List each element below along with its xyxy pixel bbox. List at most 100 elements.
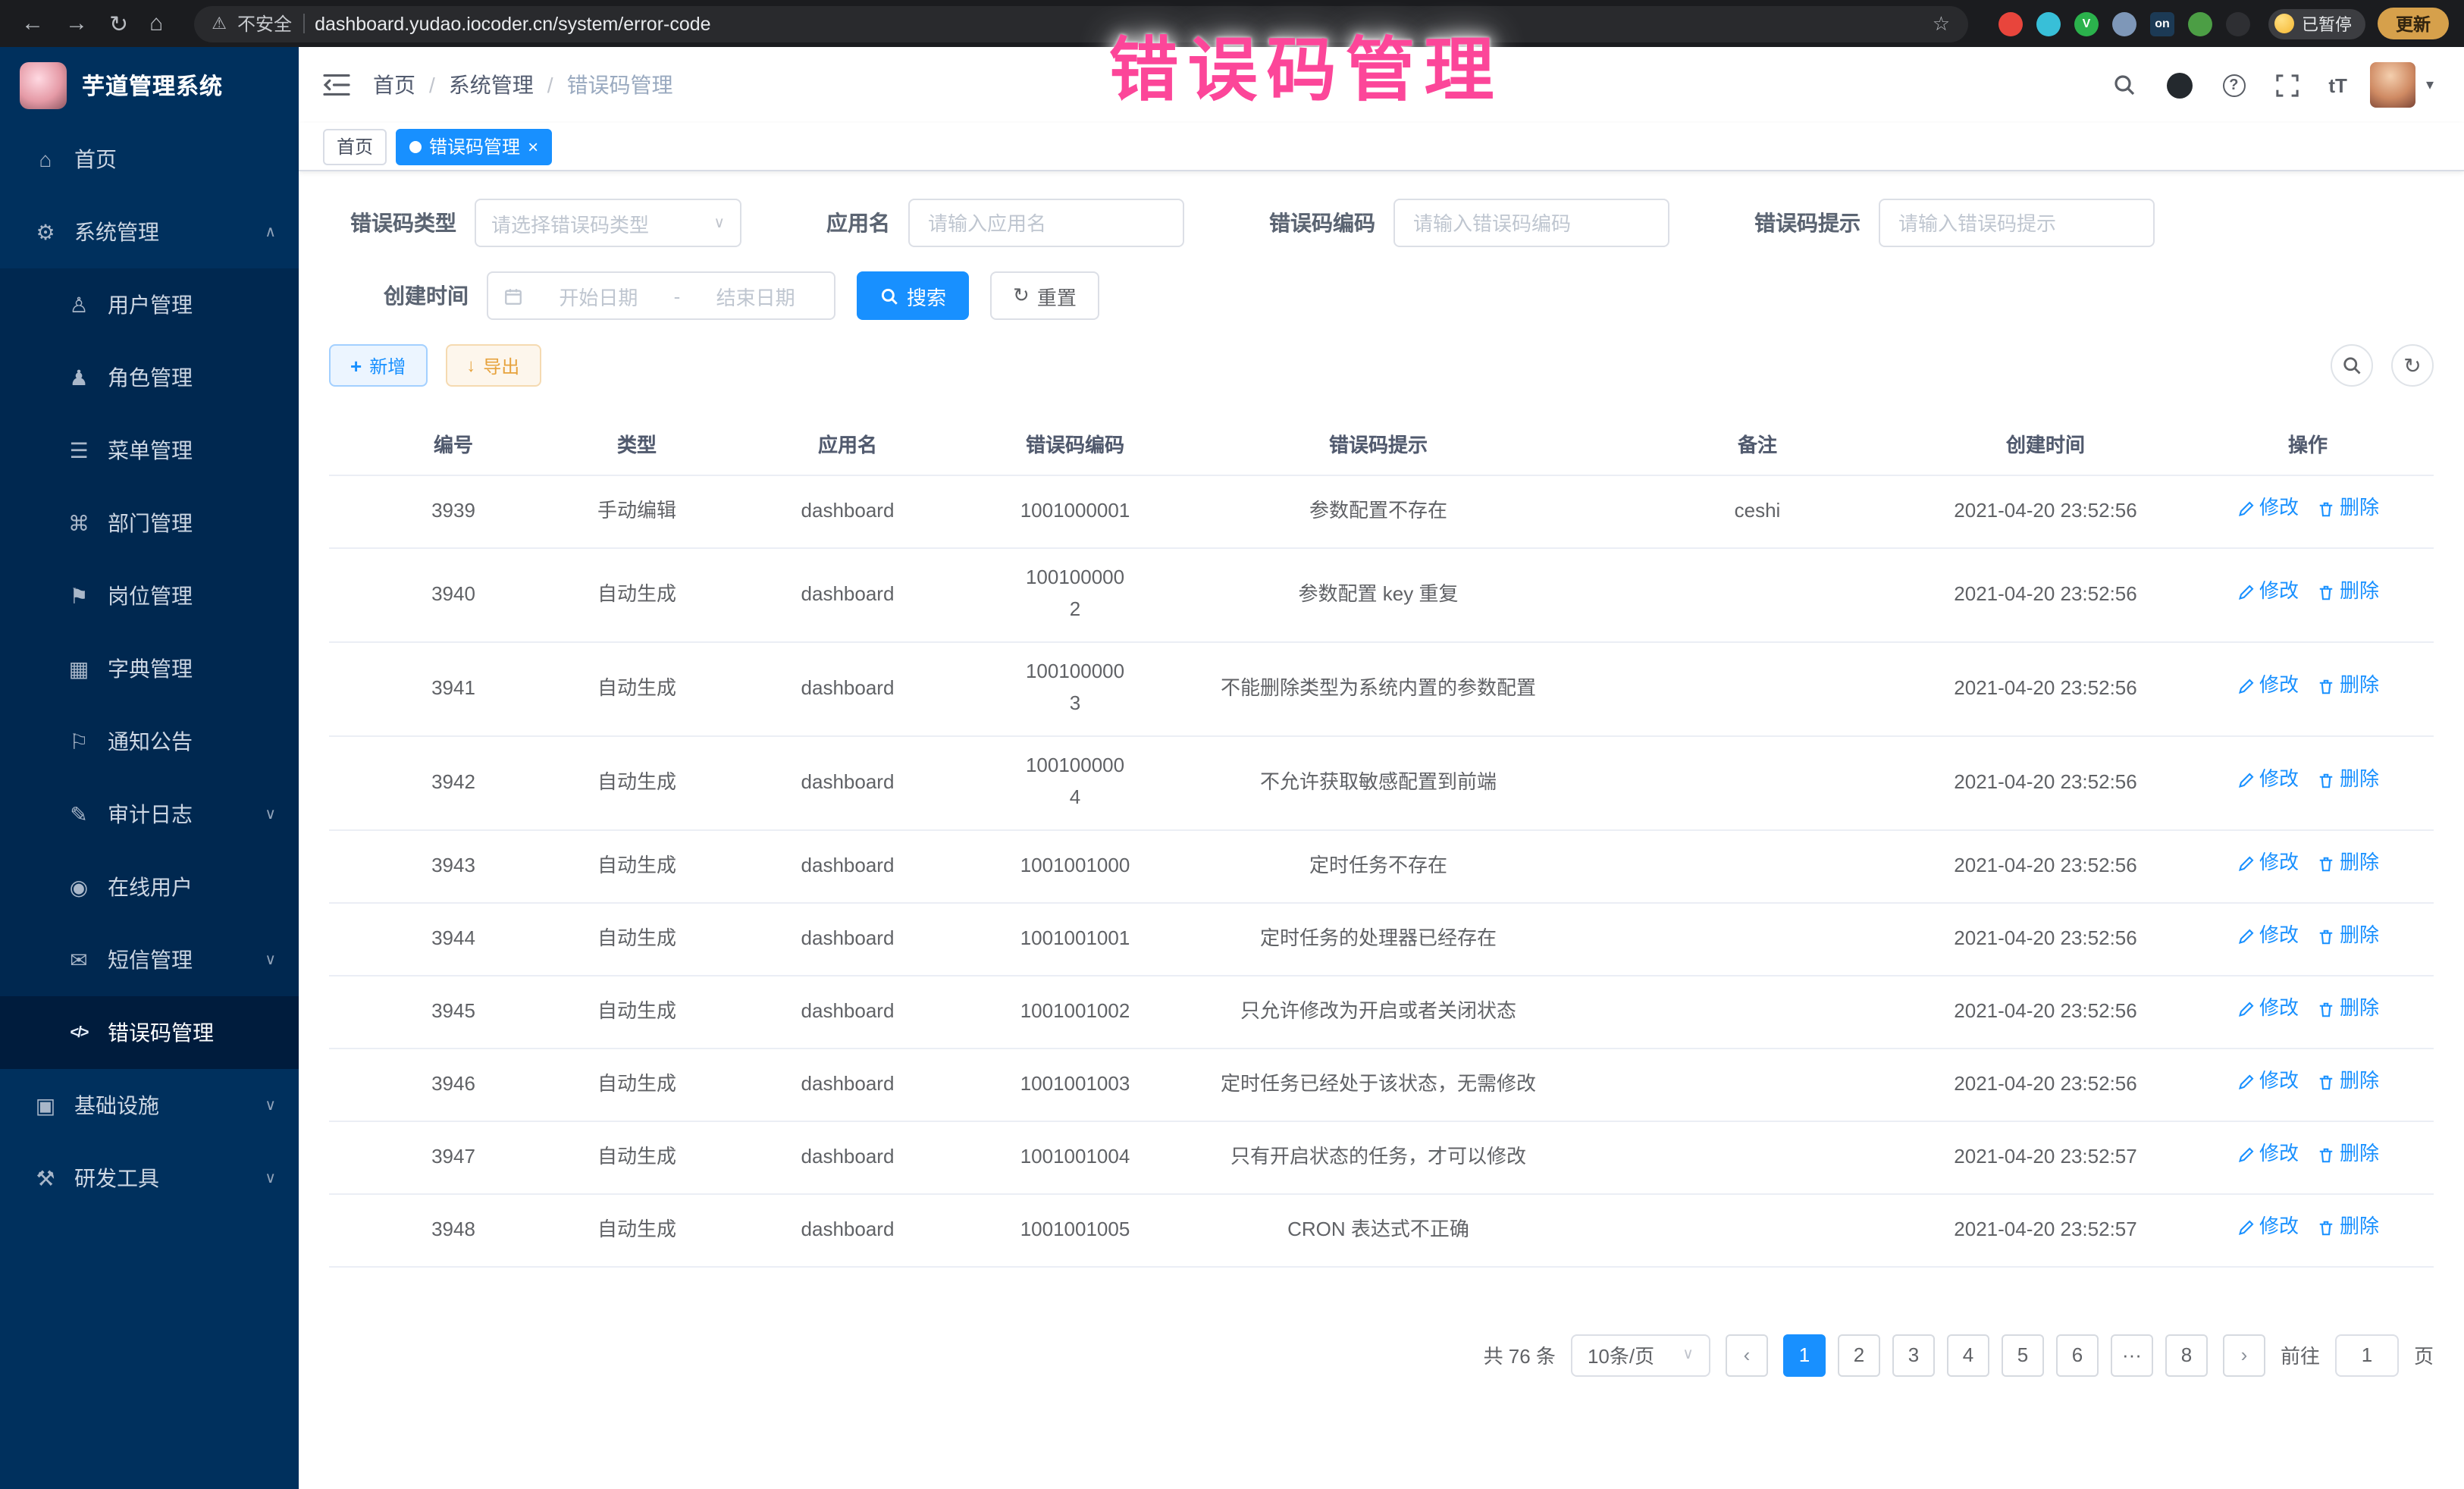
delete-link[interactable]: 删除 — [2317, 848, 2379, 880]
search-toggle-button[interactable] — [2331, 344, 2373, 387]
cell-remark — [1606, 1121, 1909, 1193]
next-page-button[interactable]: › — [2223, 1334, 2265, 1376]
font-size-icon[interactable]: tT — [2328, 74, 2347, 96]
extension-green-leaf[interactable] — [2188, 11, 2212, 36]
search-icon[interactable] — [2111, 73, 2136, 97]
sidebar-item-devtools[interactable]: ⚒研发工具∨ — [0, 1142, 299, 1215]
sidebar-item-menu[interactable]: ☰菜单管理 — [0, 414, 299, 487]
delete-link[interactable]: 删除 — [2317, 577, 2379, 609]
reload-icon[interactable]: ↻ — [109, 10, 128, 37]
sidebar-item-user[interactable]: ♙用户管理 — [0, 268, 299, 341]
error-type-select[interactable]: 请选择错误码类型 ∨ — [475, 199, 741, 247]
export-button[interactable]: ↓ 导出 — [445, 344, 541, 387]
start-date-input[interactable]: 开始日期 — [535, 281, 662, 310]
page-button-2[interactable]: 2 — [1838, 1334, 1880, 1376]
prev-page-button[interactable]: ‹ — [1726, 1334, 1768, 1376]
error-msg-input[interactable] — [1895, 210, 2138, 236]
close-icon[interactable]: × — [528, 137, 538, 155]
delete-link[interactable]: 删除 — [2317, 1212, 2379, 1244]
paused-badge[interactable]: 已暂停 — [2268, 8, 2365, 39]
page-button-5[interactable]: 5 — [2002, 1334, 2044, 1376]
edit-link[interactable]: 修改 — [2237, 1067, 2299, 1099]
cell-code: 1001001002 — [999, 975, 1151, 1048]
edit-link[interactable]: 修改 — [2237, 994, 2299, 1026]
delete-link[interactable]: 删除 — [2317, 765, 2379, 797]
cell-id: 3940 — [329, 547, 578, 641]
add-button[interactable]: + 新增 — [329, 344, 427, 387]
edit-link[interactable]: 修改 — [2237, 577, 2299, 609]
page-ellipsis[interactable]: ··· — [2111, 1334, 2153, 1376]
delete-link[interactable]: 删除 — [2317, 994, 2379, 1026]
extension-puzzle-blue[interactable] — [2112, 11, 2136, 36]
reset-button[interactable]: ↻ 重置 — [990, 271, 1099, 320]
sidebar-item-infra[interactable]: ▣基础设施∨ — [0, 1069, 299, 1142]
delete-link[interactable]: 删除 — [2317, 494, 2379, 525]
page-button-8[interactable]: 8 — [2165, 1334, 2208, 1376]
sidebar-item-dict[interactable]: ▦字典管理 — [0, 632, 299, 705]
chevron-down-icon[interactable]: ▾ — [2426, 77, 2434, 93]
breadcrumb-item[interactable]: 系统管理 — [449, 70, 534, 100]
edit-link[interactable]: 修改 — [2237, 1139, 2299, 1171]
breadcrumb-item[interactable]: 首页 — [373, 70, 415, 100]
filter-row-2: 创建时间 开始日期 - 结束日期 — [329, 271, 2434, 320]
fullscreen-icon[interactable] — [2275, 74, 2298, 96]
edit-link[interactable]: 修改 — [2237, 1212, 2299, 1244]
sidebar-item-online-user[interactable]: ◉在线用户 — [0, 851, 299, 923]
address-bar[interactable]: ⚠ 不安全 dashboard.yudao.iocoder.cn/system/… — [193, 5, 1968, 42]
cell-message: 不允许获取敏感配置到前端 — [1151, 735, 1606, 829]
edit-link[interactable]: 修改 — [2237, 494, 2299, 525]
home-icon[interactable]: ⌂ — [149, 11, 163, 36]
table-row: 3946自动生成dashboard1001001003定时任务已经处于该状态，无… — [329, 1048, 2434, 1121]
error-code-input[interactable] — [1410, 210, 1653, 236]
delete-link[interactable]: 删除 — [2317, 671, 2379, 703]
extension-red[interactable] — [1998, 11, 2023, 36]
date-range-picker[interactable]: 开始日期 - 结束日期 — [487, 271, 835, 320]
sidebar-item-sms[interactable]: ✉短信管理∨ — [0, 923, 299, 996]
extension-green-v[interactable]: V — [2074, 11, 2099, 36]
url-text[interactable]: dashboard.yudao.iocoder.cn/system/error-… — [315, 13, 711, 34]
edit-link[interactable]: 修改 — [2237, 921, 2299, 953]
github-icon[interactable] — [2166, 72, 2192, 98]
paused-badge-label: 已暂停 — [2302, 11, 2352, 36]
extension-teal[interactable] — [2036, 11, 2061, 36]
sidebar-item-dept[interactable]: ⌘部门管理 — [0, 487, 299, 560]
delete-link[interactable]: 删除 — [2317, 921, 2379, 953]
sidebar-item-system[interactable]: ⚙系统管理∧ — [0, 196, 299, 268]
edit-link[interactable]: 修改 — [2237, 765, 2299, 797]
extension-on-badge[interactable]: on — [2150, 11, 2174, 36]
page-button-3[interactable]: 3 — [1892, 1334, 1935, 1376]
sidebar-toggle-icon[interactable] — [323, 73, 350, 97]
page-button-4[interactable]: 4 — [1947, 1334, 1989, 1376]
sidebar-item-post[interactable]: ⚑岗位管理 — [0, 560, 299, 632]
app-name-input[interactable] — [925, 210, 1168, 236]
sidebar-item-role[interactable]: ♟角色管理 — [0, 341, 299, 414]
bookmark-star-icon[interactable]: ☆ — [1933, 11, 1950, 36]
cell-code: 1001000003 — [999, 641, 1151, 735]
delete-link[interactable]: 删除 — [2317, 1067, 2379, 1099]
goto-page-input[interactable] — [2335, 1334, 2399, 1376]
page-button-6[interactable]: 6 — [2056, 1334, 2099, 1376]
forward-icon[interactable]: → — [65, 11, 88, 36]
tools-icon: ⚒ — [30, 1165, 61, 1191]
edit-link[interactable]: 修改 — [2237, 848, 2299, 880]
refresh-button[interactable]: ↻ — [2391, 344, 2434, 387]
delete-link[interactable]: 删除 — [2317, 1139, 2379, 1171]
filter-app-name: 应用名 — [826, 199, 1184, 247]
extension-puzzle-dark[interactable] — [2226, 11, 2250, 36]
sidebar-item-notice[interactable]: ⚐通知公告 — [0, 705, 299, 778]
search-button[interactable]: 搜索 — [857, 271, 969, 320]
tab-home[interactable]: 首页 — [323, 128, 387, 165]
end-date-input[interactable]: 结束日期 — [692, 281, 819, 310]
sidebar-item-error-code[interactable]: </>错误码管理 — [0, 996, 299, 1069]
help-icon[interactable]: ? — [2222, 74, 2245, 96]
tab-error-code[interactable]: 错误码管理 × — [396, 128, 552, 165]
back-icon[interactable]: ← — [21, 11, 44, 36]
app-logo[interactable]: 芋道管理系统 — [0, 47, 299, 123]
page-size-select[interactable]: 10条/页 ∨ — [1571, 1334, 1710, 1376]
edit-link[interactable]: 修改 — [2237, 671, 2299, 703]
sidebar-item-audit-log[interactable]: ✎审计日志∨ — [0, 778, 299, 851]
update-button[interactable]: 更新 — [2378, 8, 2449, 39]
avatar[interactable] — [2370, 62, 2415, 108]
page-button-1[interactable]: 1 — [1783, 1334, 1826, 1376]
sidebar-item-home[interactable]: ⌂首页 — [0, 123, 299, 196]
